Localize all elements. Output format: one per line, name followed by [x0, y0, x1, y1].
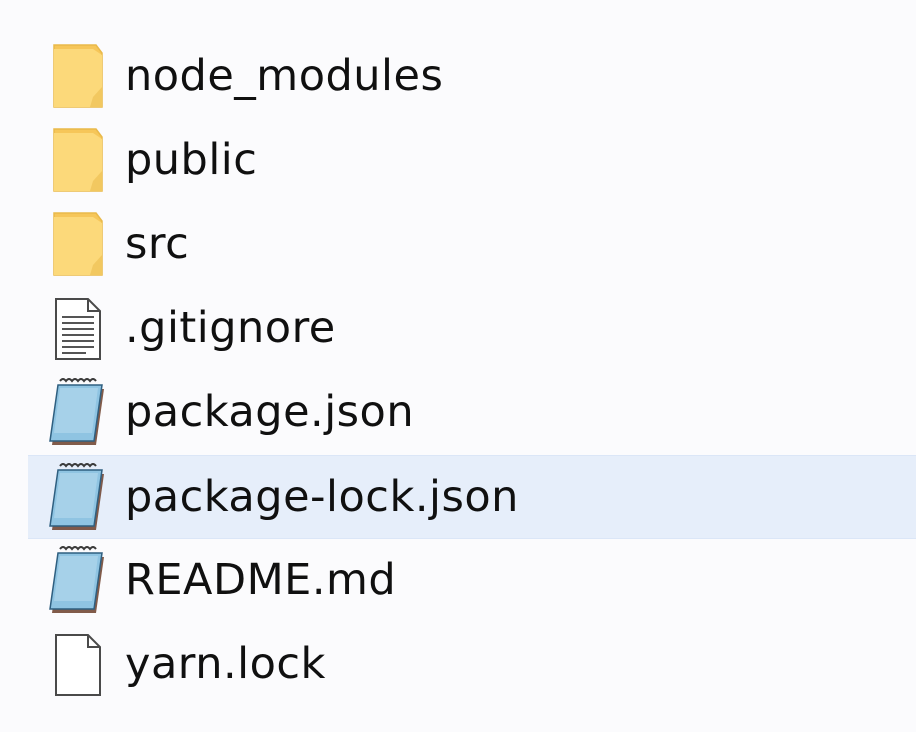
file-item-package-lock-json[interactable]: package-lock.json — [28, 455, 916, 539]
file-item-gitignore[interactable]: .gitignore — [28, 287, 916, 371]
file-item-public[interactable]: public — [28, 119, 916, 203]
folder-icon — [46, 203, 114, 287]
notepad-document-icon — [46, 539, 114, 623]
blank-document-icon — [46, 623, 114, 707]
file-item-package-json[interactable]: package.json — [28, 371, 916, 455]
file-name: package.json — [125, 387, 415, 437]
folder-icon — [46, 35, 114, 119]
file-item-yarn-lock[interactable]: yarn.lock — [28, 623, 916, 707]
file-item-node-modules[interactable]: node_modules — [28, 35, 916, 119]
file-name: src — [125, 219, 190, 269]
file-name: .gitignore — [125, 303, 336, 353]
folder-icon — [46, 119, 114, 203]
notepad-document-icon — [46, 456, 114, 540]
file-item-readme-md[interactable]: README.md — [28, 539, 916, 623]
file-name: public — [125, 135, 258, 185]
text-document-icon — [46, 287, 114, 371]
file-name: yarn.lock — [125, 639, 326, 689]
file-name: package-lock.json — [125, 472, 519, 522]
file-name: node_modules — [125, 51, 444, 101]
file-list: node_modules public src .gitignore packa… — [0, 0, 916, 732]
notepad-document-icon — [46, 371, 114, 455]
file-name: README.md — [125, 555, 397, 605]
file-item-src[interactable]: src — [28, 203, 916, 287]
